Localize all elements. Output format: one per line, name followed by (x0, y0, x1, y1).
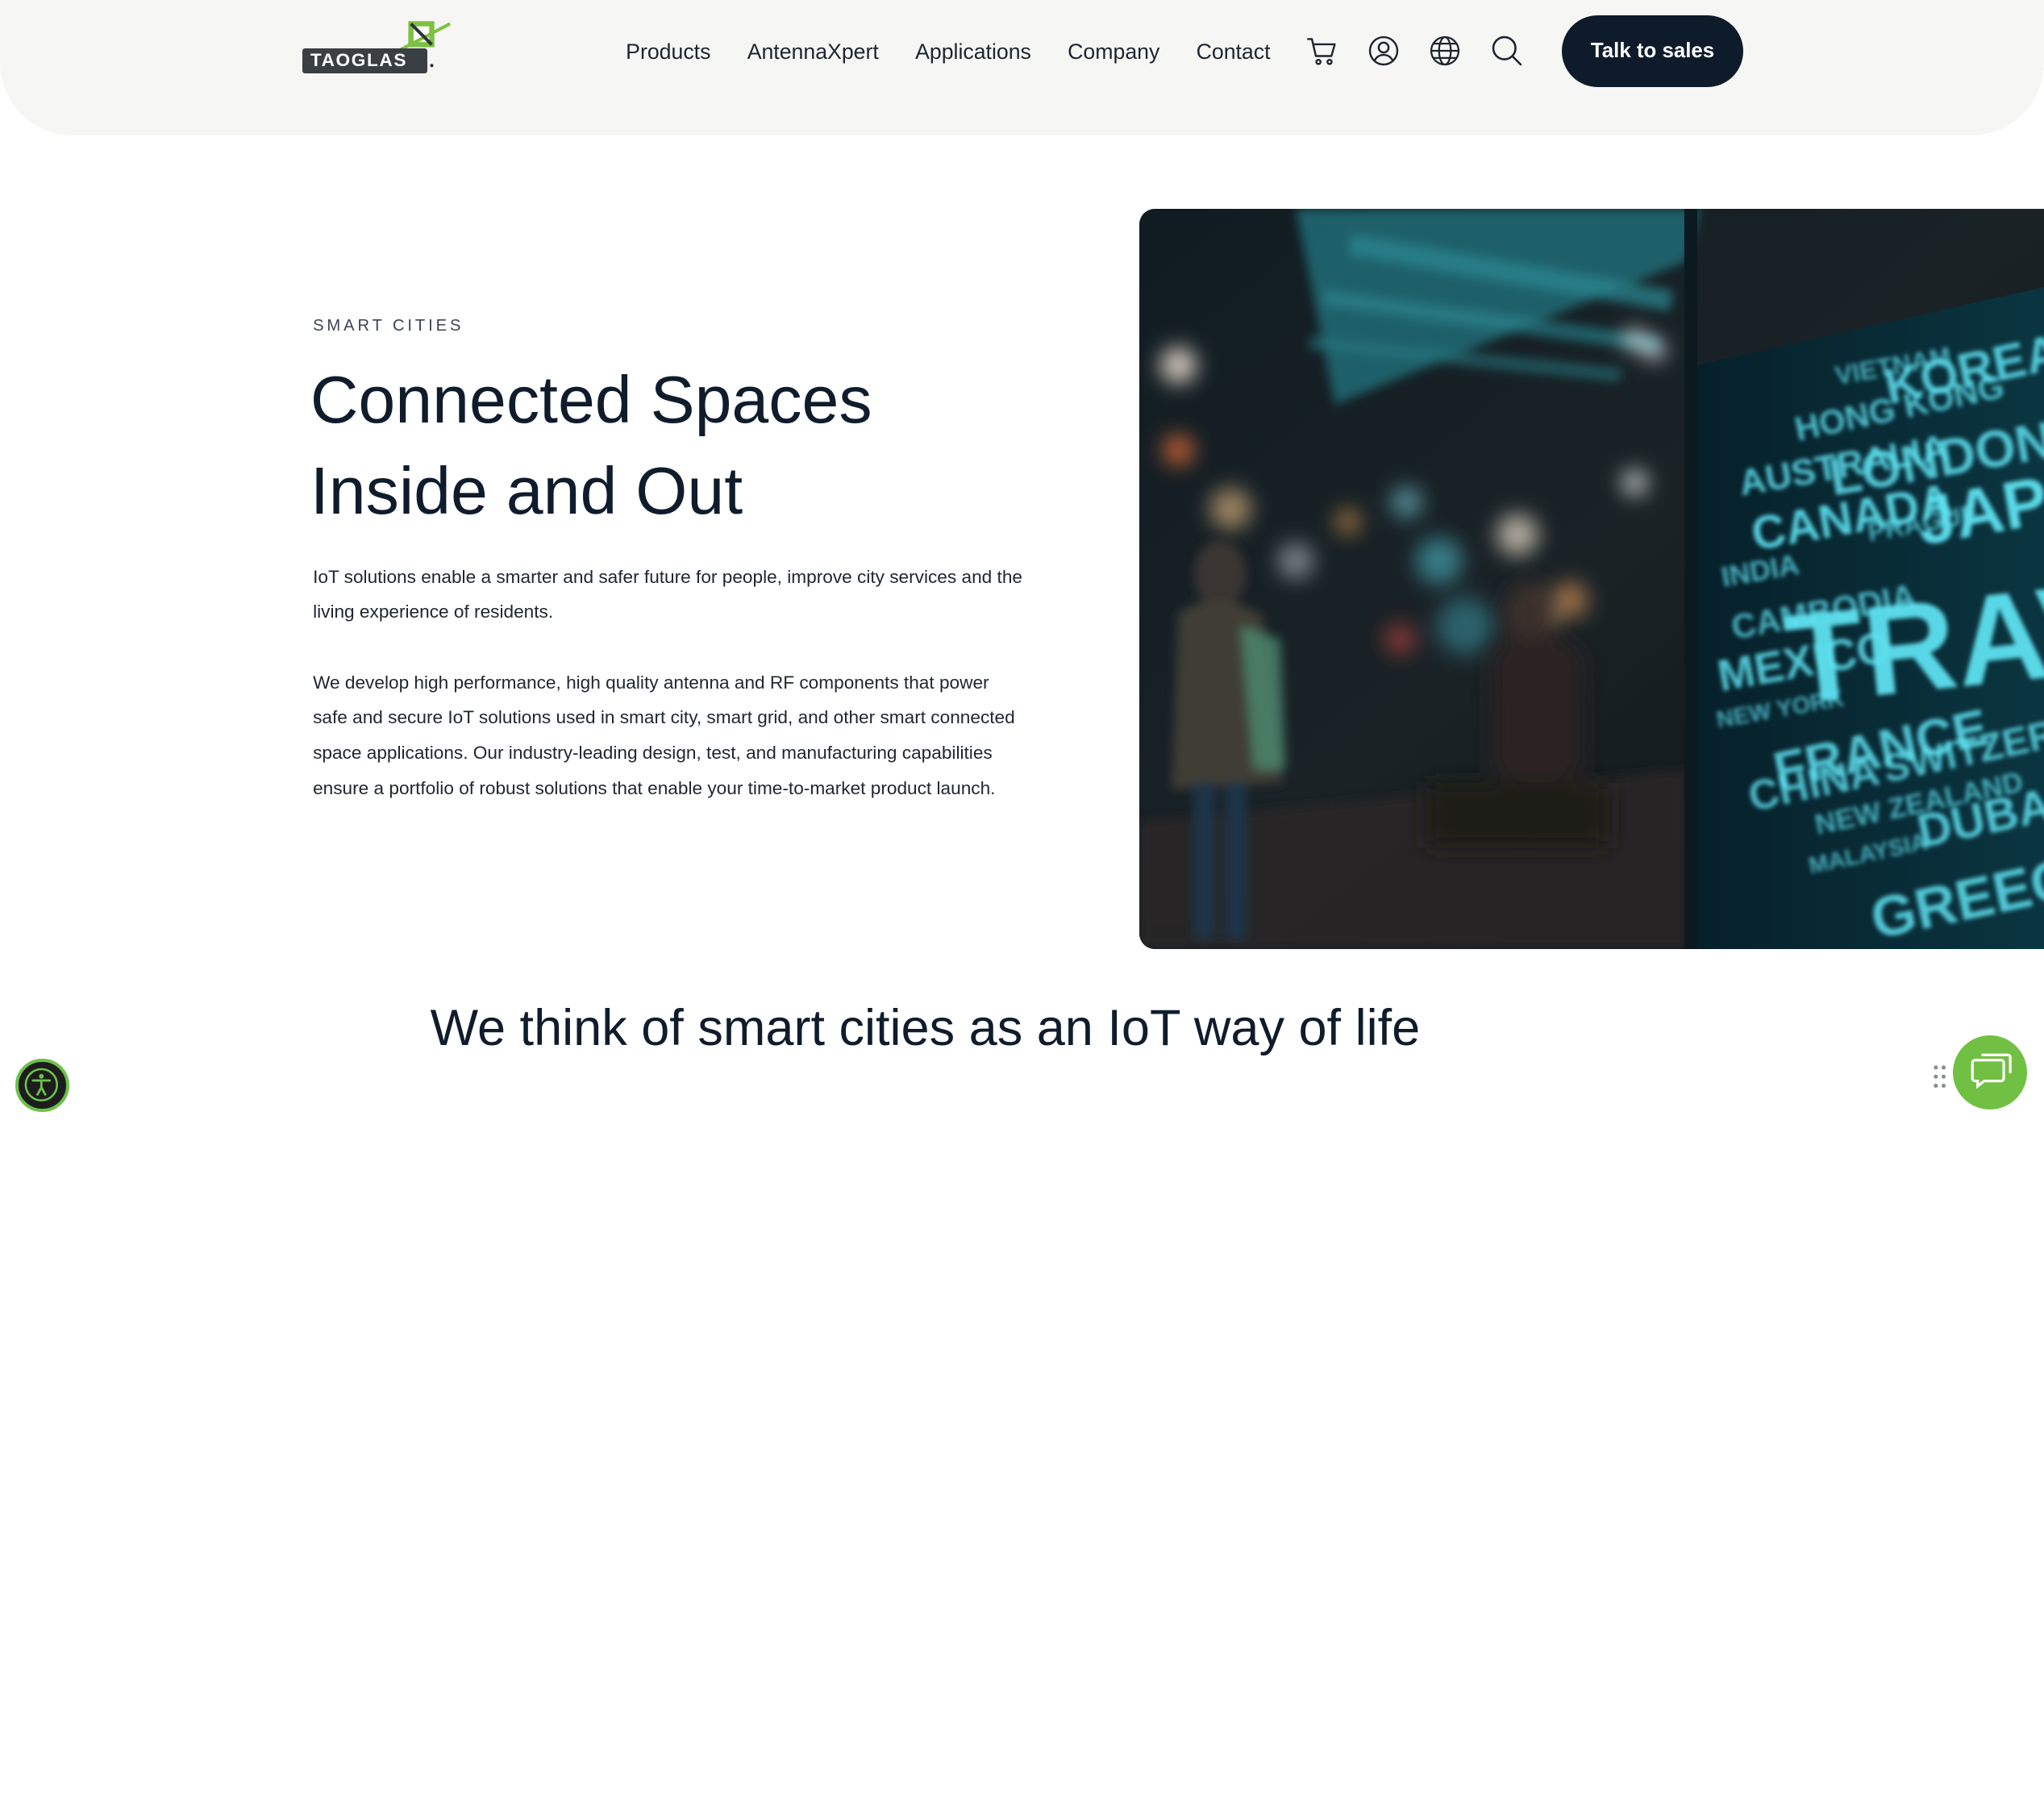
chat-button[interactable] (1953, 1035, 2028, 1110)
site-header: TAOGLAS Products AntennaXpert Applicatio… (0, 0, 2044, 136)
globe-icon[interactable] (1428, 34, 1462, 68)
search-icon[interactable] (1490, 34, 1524, 68)
nav-company[interactable]: Company (1068, 36, 1159, 68)
chat-drag-handle-icon[interactable] (1932, 1064, 1947, 1089)
accessibility-button[interactable] (15, 1059, 69, 1113)
section-heading: We think of smart cities as an IoT way o… (430, 999, 1421, 1056)
hero-title-line1: Connected Spaces (310, 362, 872, 437)
hero-paragraph-1: IoT solutions enable a smarter and safer… (313, 566, 1022, 622)
hero-eyebrow: SMART CITIES (313, 316, 464, 335)
hero-image: VIETNAM KOREA HONG KONG AUSTRALIA LONDON… (1139, 208, 2044, 950)
talk-to-sales-button[interactable]: Talk to sales (1562, 15, 1743, 88)
accessibility-icon (24, 1068, 59, 1101)
nav-applications[interactable]: Applications (915, 36, 1031, 68)
hero-title-line2: Inside and Out (310, 454, 743, 528)
main-nav: Products AntennaXpert Applications Compa… (626, 36, 1270, 68)
nav-antennaxpert[interactable]: AntennaXpert (747, 36, 879, 68)
chat-icon (1971, 1053, 2013, 1089)
taoglas-logo[interactable]: TAOGLAS (302, 19, 453, 76)
user-icon[interactable] (1367, 34, 1401, 68)
nav-contact[interactable]: Contact (1197, 36, 1271, 68)
logo-wordmark: TAOGLAS (302, 48, 428, 73)
page: TAOGLAS Products AntennaXpert Applicatio… (0, 0, 2044, 1118)
hero-title: Connected Spaces Inside and Out (310, 355, 1041, 537)
nav-products[interactable]: Products (626, 36, 710, 68)
cart-icon[interactable] (1305, 34, 1339, 68)
hero-paragraph-2: We develop high performance, high qualit… (313, 672, 1015, 798)
